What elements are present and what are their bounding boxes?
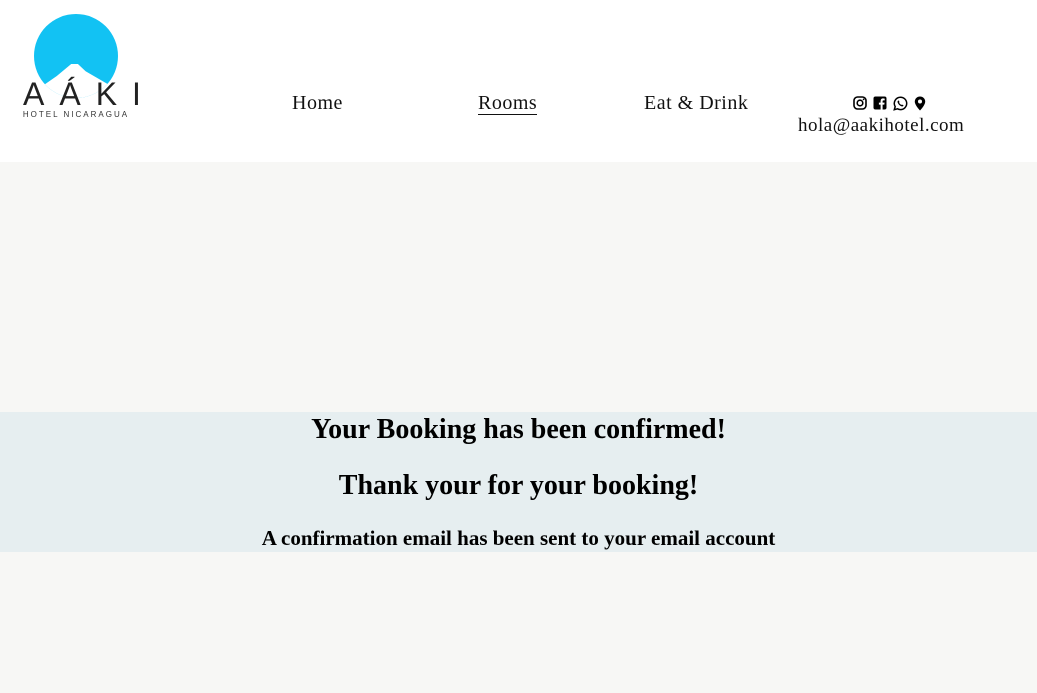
nav-eat-drink-link[interactable]: Eat & Drink bbox=[644, 92, 748, 115]
hotel-logo[interactable]: AÁKI HOTEL NICARAGUA bbox=[17, 14, 156, 122]
map-pin-icon[interactable] bbox=[912, 95, 928, 111]
contact-email-link[interactable]: hola@aakihotel.com bbox=[798, 115, 964, 137]
confirmation-banner: Your Booking has been confirmed! Thank y… bbox=[0, 412, 1037, 552]
facebook-icon[interactable] bbox=[872, 95, 888, 111]
email-sent-note: A confirmation email has been sent to yo… bbox=[261, 526, 776, 550]
nav-home-link[interactable]: Home bbox=[292, 92, 343, 115]
social-links bbox=[852, 95, 928, 111]
thank-you-message: Thank your for your booking! bbox=[338, 470, 699, 501]
nav-rooms-link[interactable]: Rooms bbox=[478, 92, 538, 115]
logo-wordmark: AÁKI bbox=[23, 76, 156, 112]
instagram-icon[interactable] bbox=[852, 95, 868, 111]
confirmation-title: Your Booking has been confirmed! bbox=[311, 414, 726, 445]
logo-subtitle: HOTEL NICARAGUA bbox=[22, 110, 130, 119]
site-header: AÁKI HOTEL NICARAGUA Home Rooms Eat & Dr… bbox=[0, 0, 1037, 162]
whatsapp-icon[interactable] bbox=[892, 95, 908, 111]
